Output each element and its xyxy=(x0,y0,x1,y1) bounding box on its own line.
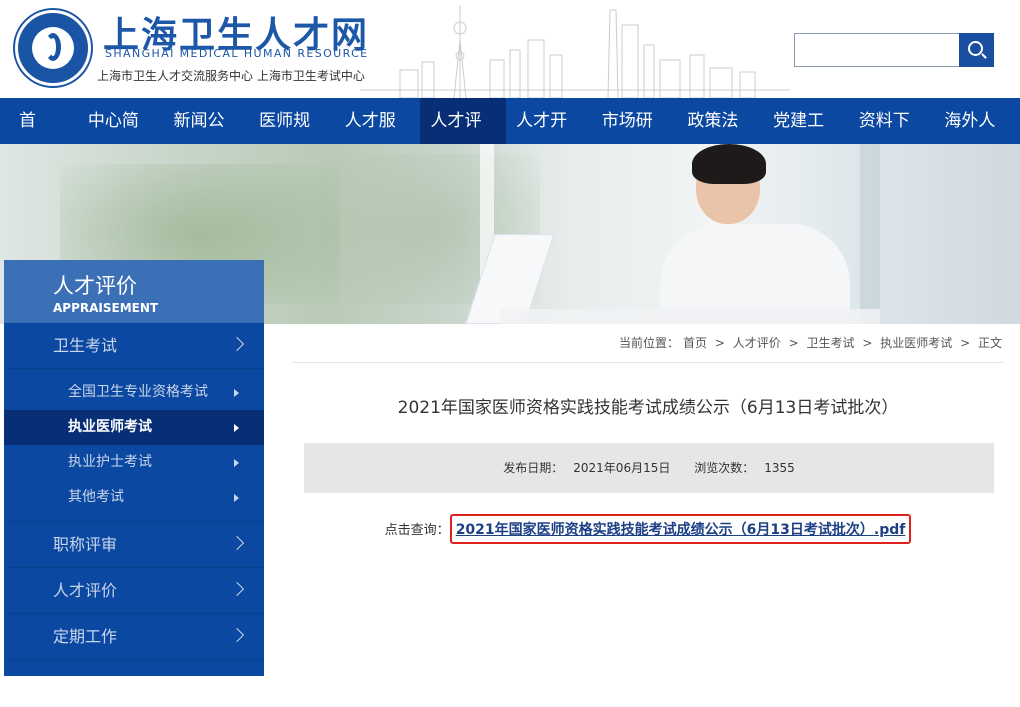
sidebar-title-en: APPRAISEMENT xyxy=(53,301,159,315)
sidebar-item-title-review[interactable]: 职称评审 xyxy=(4,522,264,568)
nav-item-party-work[interactable]: 党建工作 xyxy=(763,98,849,177)
sidebar-item-label: 人才评价 xyxy=(53,581,118,600)
triangle-right-icon xyxy=(234,459,239,467)
nav-item-talent-service[interactable]: 人才服务 xyxy=(335,98,421,177)
query-label: 点击查询： xyxy=(384,523,450,538)
main-nav: 首页 中心简介 新闻公告 医师规培 人才服务 人才评价 人才开发 市场研发 政策… xyxy=(0,98,1020,177)
sidebar-sub-label: 执业护士考试 xyxy=(68,454,152,470)
breadcrumb-item-physician-exam[interactable]: 执业医师考试 xyxy=(880,336,952,350)
banner-pillar-2 xyxy=(860,144,880,324)
sidebar-item-talent-appraisal[interactable]: 人才评价 xyxy=(4,568,264,614)
sidebar-sub-national-qualification[interactable]: 全国卫生专业资格考试 xyxy=(4,375,264,410)
nav-item-talent-appraisal[interactable]: 人才评价 xyxy=(420,98,507,177)
banner-desk xyxy=(500,309,880,324)
breadcrumb-separator: > xyxy=(788,336,799,350)
chevron-right-icon xyxy=(229,581,245,597)
nav-item-home[interactable]: 首页 xyxy=(8,98,63,177)
nav-item-market-research[interactable]: 市场研发 xyxy=(592,98,678,177)
article-meta: 发布日期： 2021年06月15日 浏览次数： 1355 xyxy=(304,443,994,493)
chevron-right-icon xyxy=(229,535,245,551)
triangle-right-icon xyxy=(234,424,239,432)
breadcrumb-item-current: 正文 xyxy=(977,336,1002,350)
nav-item-policies[interactable]: 政策法规 xyxy=(677,98,763,177)
site-subtitle-en: SHANGHAI MEDICAL HUMAN RESOURCE xyxy=(105,47,369,60)
triangle-right-icon xyxy=(234,389,239,397)
chevron-right-icon xyxy=(229,627,245,643)
nav-item-talent-development[interactable]: 人才开发 xyxy=(506,98,592,177)
nav-item-about[interactable]: 中心简介 xyxy=(78,98,164,177)
breadcrumb-separator: > xyxy=(960,336,971,350)
sidebar-sub-label: 执业医师考试 xyxy=(68,419,152,435)
search-input[interactable] xyxy=(794,33,960,67)
breadcrumb-item-health-exams[interactable]: 卫生考试 xyxy=(807,336,855,350)
breadcrumb-item-appraisal[interactable]: 人才评价 xyxy=(733,336,781,350)
breadcrumb: 当前位置： 首页 > 人才评价 > 卫生考试 > 执业医师考试 > 正文 xyxy=(292,323,1004,363)
site-subtitle-cn: 上海市卫生人才交流服务中心 上海市卫生考试中心 xyxy=(97,69,365,83)
pdf-file-link[interactable]: 2021年国家医师资格实践技能考试成绩公示（6月13日考试批次）.pdf xyxy=(456,522,906,538)
search-icon-handle xyxy=(981,53,987,59)
sidebar-sub-label: 其他考试 xyxy=(68,489,124,505)
article-title: 2021年国家医师资格实践技能考试成绩公示（6月13日考试批次） xyxy=(397,398,899,418)
sidebar-sub-other-exams[interactable]: 其他考试 xyxy=(4,480,264,515)
site-header: 上海卫生人才网 SHANGHAI MEDICAL HUMAN RESOURCE … xyxy=(0,0,1020,98)
sidebar-submenu: 全国卫生专业资格考试 执业医师考试 执业护士考试 其他考试 xyxy=(4,369,264,522)
emblem-icon[interactable] xyxy=(15,10,91,86)
emblem-mark xyxy=(45,33,61,61)
file-link-highlight: 2021年国家医师资格实践技能考试成绩公示（6月13日考试批次）.pdf xyxy=(449,514,912,544)
breadcrumb-item-home[interactable]: 首页 xyxy=(683,336,707,350)
view-count: 1355 xyxy=(764,461,795,475)
sidebar-item-periodic-work[interactable]: 定期工作 xyxy=(4,614,264,660)
sidebar-item-label: 职称评审 xyxy=(53,535,118,554)
breadcrumb-prefix: 当前位置： xyxy=(619,336,680,350)
breadcrumb-separator: > xyxy=(714,336,725,350)
sidebar-title: 人才评价 xyxy=(53,274,137,298)
sidebar-header: 人才评价 APPRAISEMENT xyxy=(4,260,264,323)
triangle-right-icon xyxy=(234,494,239,502)
sidebar-item-health-exams[interactable]: 卫生考试 xyxy=(4,323,264,369)
nav-item-overseas[interactable]: 海外人才 xyxy=(934,98,1020,177)
sidebar-sub-label: 全国卫生专业资格考试 xyxy=(68,384,208,400)
sidebar: 人才评价 APPRAISEMENT 卫生考试 全国卫生专业资格考试 执业医师考试… xyxy=(4,260,264,676)
publish-date-label: 发布日期： 2021年06月15日 xyxy=(503,461,671,475)
nav-item-residency[interactable]: 医师规培 xyxy=(249,98,335,177)
view-count-label: 浏览次数： 1355 xyxy=(694,461,795,475)
skyline-illustration xyxy=(360,5,790,98)
sidebar-item-label: 定期工作 xyxy=(53,627,118,646)
sidebar-item-label: 卫生考试 xyxy=(53,336,118,355)
query-row: 点击查询： 2021年国家医师资格实践技能考试成绩公示（6月13日考试批次）.pd… xyxy=(292,514,1004,544)
breadcrumb-separator: > xyxy=(862,336,873,350)
nav-item-downloads[interactable]: 资料下载 xyxy=(849,98,935,177)
sidebar-sub-physician-exam[interactable]: 执业医师考试 xyxy=(4,410,264,445)
banner-doctor-hair xyxy=(692,144,766,184)
main-content: 当前位置： 首页 > 人才评价 > 卫生考试 > 执业医师考试 > 正文 2021… xyxy=(292,323,1004,544)
sidebar-sub-nurse-exam[interactable]: 执业护士考试 xyxy=(4,445,264,480)
chevron-right-icon xyxy=(229,336,245,352)
publish-date: 2021年06月15日 xyxy=(573,461,671,475)
search-button[interactable] xyxy=(959,33,994,67)
nav-item-news[interactable]: 新闻公告 xyxy=(163,98,249,177)
